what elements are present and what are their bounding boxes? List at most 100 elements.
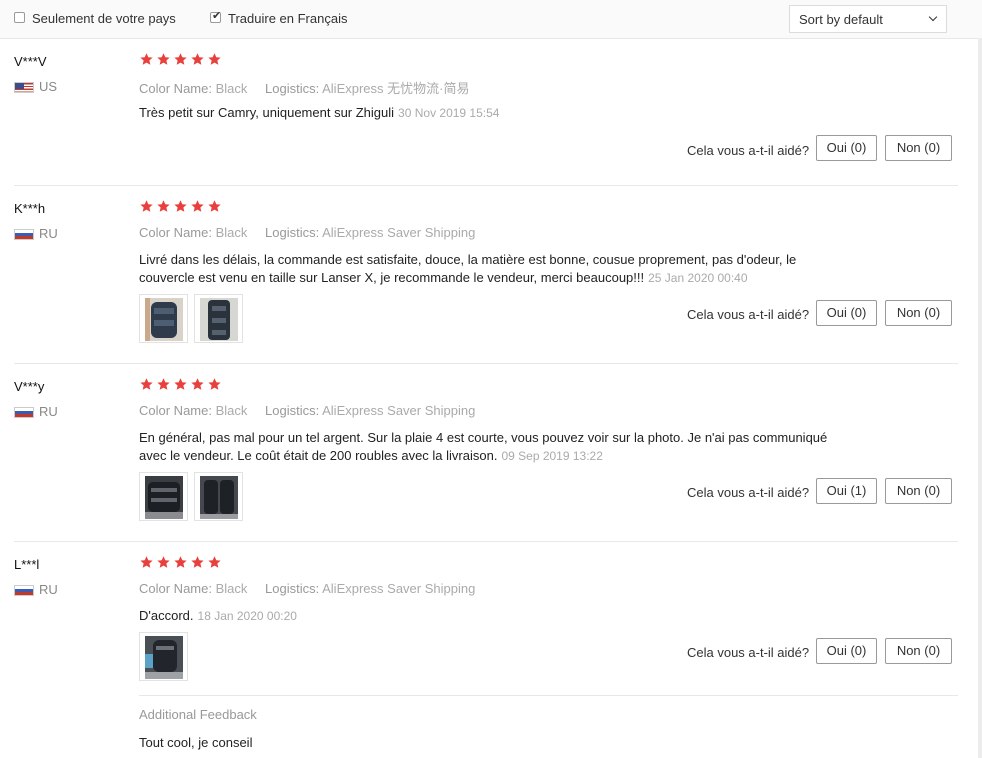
star-icon [157,200,170,212]
star-icon [208,378,221,390]
reviewer-name: V***y [14,379,45,394]
ru-flag-icon [14,407,34,418]
star-icon [191,556,204,568]
helpful-no-button[interactable]: Non (0) [885,300,952,326]
review-attributes: Color Name: Black Logistics: AliExpress … [139,225,475,240]
color-name-value: Black [215,225,248,240]
review-divider [14,541,958,542]
country-code: US [39,79,58,94]
logistics-value: AliExpress Saver Shipping [322,403,476,418]
star-rating [139,555,224,573]
star-icon [140,378,153,390]
logistics-label: Logistics: [265,81,320,96]
helpful-question: Cela vous a-t-il aidé? [687,307,810,322]
logistics-label: Logistics: [265,403,320,418]
color-name-value: Black [215,581,248,596]
logistics-value: AliExpress Saver Shipping [322,581,476,596]
star-icon [174,53,187,65]
color-name-label: Color Name: [139,581,212,596]
review-text: D'accord. 18 Jan 2020 00:20 [139,607,839,625]
review-attributes: Color Name: Black Logistics: AliExpress … [139,581,475,596]
star-rating [139,199,224,217]
star-icon [191,378,204,390]
filter-bar: Seulement de votre pays ✔ Traduire en Fr… [0,0,982,39]
checkmark-icon: ✔ [212,10,222,22]
review-attributes: Color Name: Black Logistics: AliExpress … [139,78,469,97]
color-name-value: Black [215,403,248,418]
translate-checkbox[interactable]: ✔ [210,10,222,23]
color-name-value: Black [215,81,248,96]
scrollbar[interactable] [978,38,982,758]
star-icon [174,200,187,212]
review-body: En général, pas mal pour un tel argent. … [139,430,828,463]
logistics-label: Logistics: [265,225,320,240]
color-name-label: Color Name: [139,81,212,96]
review-photo-thumbnail[interactable] [194,472,243,521]
logistics-value: AliExpress 无忧物流·简易 [322,81,470,96]
review-attributes: Color Name: Black Logistics: AliExpress … [139,403,475,418]
review-photo-thumbnail[interactable] [139,632,188,681]
additional-feedback-text: Tout cool, je conseil [139,735,253,750]
review-divider [14,363,958,364]
star-icon [157,53,170,65]
review-text: Très petit sur Camry, uniquement sur Zhi… [139,104,839,122]
star-icon [140,200,153,212]
star-icon [208,556,221,568]
additional-feedback-divider [139,695,958,696]
review-body: Très petit sur Camry, uniquement sur Zhi… [139,105,395,120]
star-icon [208,53,221,65]
additional-feedback-title: Additional Feedback [139,707,257,722]
helpful-question: Cela vous a-t-il aidé? [687,645,810,660]
star-rating [139,377,224,395]
star-icon [208,200,221,212]
reviewer-name: V***V [14,54,47,69]
color-name-label: Color Name: [139,403,212,418]
translate-label: Traduire en Français [228,11,348,26]
star-icon [174,556,187,568]
helpful-yes-button[interactable]: Oui (0) [816,638,877,664]
local-only-label: Seulement de votre pays [32,11,176,26]
star-rating [139,52,224,70]
review-text: En général, pas mal pour un tel argent. … [139,429,839,465]
logistics-label: Logistics: [265,581,320,596]
star-icon [191,200,204,212]
helpful-no-button[interactable]: Non (0) [885,478,952,504]
review-divider [14,185,958,186]
review-photo-thumbnail[interactable] [139,294,188,343]
star-icon [157,378,170,390]
helpful-yes-button[interactable]: Oui (0) [816,300,877,326]
review-date: 25 Jan 2020 00:40 [648,271,748,285]
country-code: RU [39,226,58,241]
helpful-question: Cela vous a-t-il aidé? [687,485,810,500]
local-only-checkbox[interactable] [14,12,25,23]
star-icon [191,53,204,65]
review-date: 30 Nov 2019 15:54 [398,106,500,120]
star-icon [140,53,153,65]
sort-select[interactable]: Sort by default [789,5,947,33]
review-photo-thumbnail[interactable] [139,472,188,521]
star-icon [174,378,187,390]
review-text: Livré dans les délais, la commande est s… [139,251,839,287]
ru-flag-icon [14,585,34,596]
helpful-question: Cela vous a-t-il aidé? [687,143,810,158]
review-date: 18 Jan 2020 00:20 [197,609,297,623]
review-date: 09 Sep 2019 13:22 [501,449,603,463]
reviewer-name: L***l [14,557,40,572]
logistics-value: AliExpress Saver Shipping [322,225,476,240]
review-photo-thumbnail[interactable] [194,294,243,343]
country-code: RU [39,582,58,597]
star-icon [140,556,153,568]
star-icon [157,556,170,568]
ru-flag-icon [14,229,34,240]
review-body: D'accord. [139,608,194,623]
chevron-down-icon [928,12,938,22]
sort-select-value: Sort by default [799,12,883,27]
country-code: RU [39,404,58,419]
helpful-no-button[interactable]: Non (0) [885,638,952,664]
helpful-yes-button[interactable]: Oui (1) [816,478,877,504]
helpful-no-button[interactable]: Non (0) [885,135,952,161]
helpful-yes-button[interactable]: Oui (0) [816,135,877,161]
color-name-label: Color Name: [139,225,212,240]
reviewer-name: K***h [14,201,46,216]
us-flag-icon [14,82,34,93]
